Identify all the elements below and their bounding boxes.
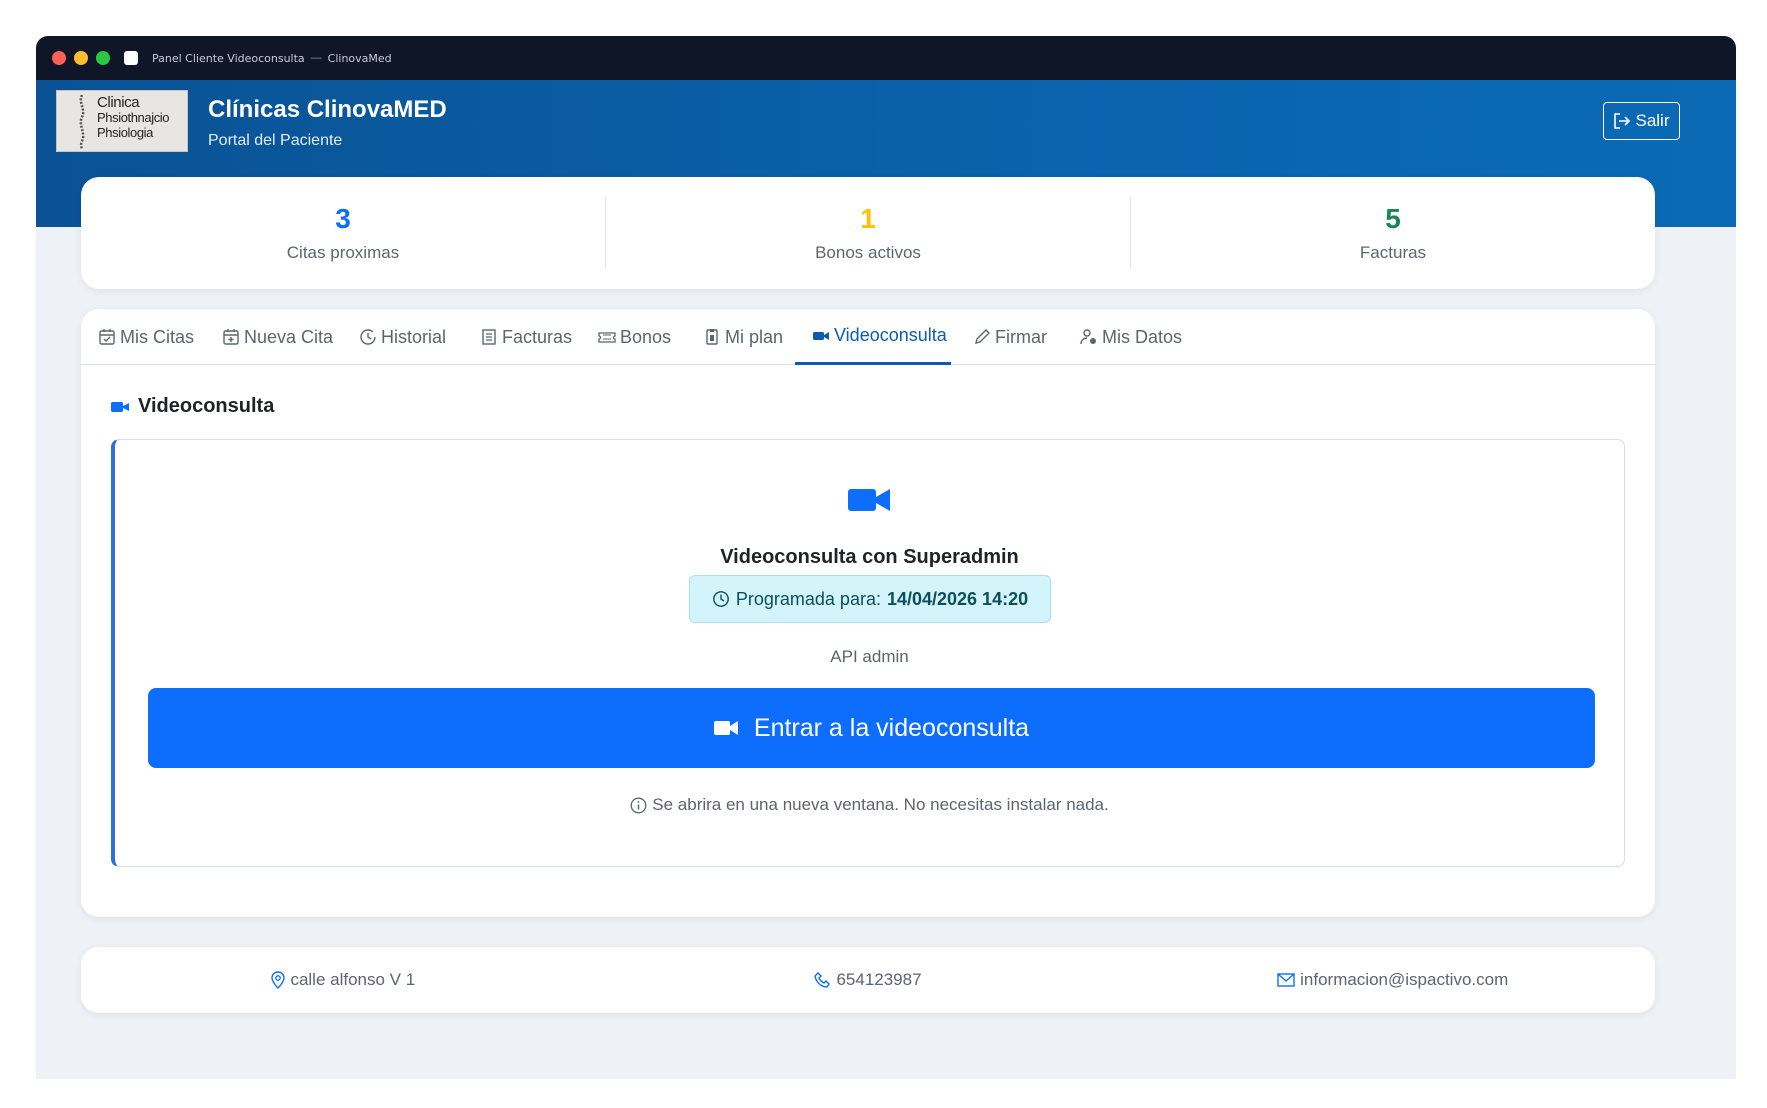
tab-label: Mis Datos xyxy=(1102,326,1183,347)
enter-videoconsulta-button[interactable]: Entrar a la videoconsulta xyxy=(148,688,1595,768)
person-gear-icon xyxy=(1080,329,1096,345)
enter-button-label: Entrar a la videoconsulta xyxy=(753,713,1030,742)
clinic-name: Clínicas ClinovaMED xyxy=(208,96,447,123)
stat-label: Facturas xyxy=(1359,243,1427,262)
tab-mi-plan[interactable]: Mi plan xyxy=(703,309,783,365)
address-text: calle alfonso V 1 xyxy=(290,970,416,989)
stat-value: 3 xyxy=(335,203,351,234)
maximize-window-button[interactable] xyxy=(96,51,110,65)
stat-label: Bonos activos xyxy=(815,243,921,262)
telephone-icon xyxy=(814,971,831,988)
videoconsulta-title: Videoconsulta con Superadmin xyxy=(720,546,1019,568)
schedule-badge: Programada para: 14/04/2026 14:20 xyxy=(689,575,1051,623)
stat-label: Citas proximas xyxy=(286,243,400,262)
close-window-button[interactable] xyxy=(52,51,66,65)
logout-label: Salir xyxy=(1635,111,1670,130)
logo-line-2: Phsiothnajcio xyxy=(97,110,170,125)
spine-icon xyxy=(79,95,85,149)
schedule-label: Programada para: xyxy=(735,588,881,609)
email-text: informacion@ispactivo.com xyxy=(1300,970,1509,989)
stat-value: 5 xyxy=(1385,203,1401,234)
clock-history-icon xyxy=(360,329,376,345)
browser-window: Panel Cliente Videoconsulta — ClinovaMed… xyxy=(36,36,1736,1079)
tab-label: Historial xyxy=(381,326,447,347)
tab-label: Videoconsulta xyxy=(834,325,947,345)
envelope-icon xyxy=(1277,973,1295,987)
window-app-name: ClinovaMed xyxy=(327,51,392,65)
window-titlebar: Panel Cliente Videoconsulta — ClinovaMed xyxy=(36,36,1736,80)
tab-historial[interactable]: Historial xyxy=(359,309,446,365)
tab-firmar[interactable]: Firmar xyxy=(973,309,1047,365)
tab-label: Firmar xyxy=(995,326,1047,347)
camera-video-icon xyxy=(813,331,829,340)
window-title: Panel Cliente Videoconsulta xyxy=(152,51,305,65)
tab-label: Bonos xyxy=(620,326,672,347)
minimize-window-button[interactable] xyxy=(74,51,88,65)
section-heading: Videoconsulta xyxy=(111,395,274,418)
note-text: Se abrira en una nueva ventana. No neces… xyxy=(652,795,1109,814)
logo-line-1: Clinica xyxy=(97,94,140,111)
clinic-logo: Clinica Phsiothnajcio Phsiologia xyxy=(56,90,188,152)
calendar-plus-icon xyxy=(223,329,239,345)
pen-icon xyxy=(975,329,990,344)
stat-invoices: 5 Facturas xyxy=(1130,197,1655,269)
stat-upcoming-appointments: 3 Citas proximas xyxy=(81,197,605,269)
geo-pin-icon xyxy=(271,971,286,989)
footer-address: calle alfonso V 1 xyxy=(81,970,606,990)
logout-button[interactable]: Salir xyxy=(1603,102,1680,140)
camera-video-icon xyxy=(713,721,738,735)
tab-label: Mi plan xyxy=(725,326,784,347)
tab-nueva-cita[interactable]: Nueva Cita xyxy=(222,309,333,365)
footer-phone: 654123987 xyxy=(606,970,1131,990)
info-circle-icon xyxy=(630,797,647,813)
main-panel: Mis Citas Nueva Cita Historial Facturas … xyxy=(81,309,1655,917)
logout-icon xyxy=(1614,113,1631,129)
tab-label: Mis Citas xyxy=(120,326,195,347)
tab-bar: Mis Citas Nueva Cita Historial Facturas … xyxy=(81,309,1655,365)
stat-active-bonuses: 1 Bonos activos xyxy=(605,197,1130,269)
camera-video-icon xyxy=(848,489,890,511)
phone-text: 654123987 xyxy=(836,970,922,989)
tab-bonos[interactable]: Bonos xyxy=(598,309,671,365)
receipt-icon xyxy=(482,329,496,345)
videoconsulta-card: Videoconsulta con Superadmin Programada … xyxy=(111,439,1625,867)
tab-facturas[interactable]: Facturas xyxy=(480,309,572,365)
tab-mis-citas[interactable]: Mis Citas xyxy=(98,309,194,365)
clipboard-pulse-icon xyxy=(706,329,718,345)
tab-mis-datos[interactable]: Mis Datos xyxy=(1080,309,1182,365)
new-window-note: Se abrira en una nueva ventana. No neces… xyxy=(115,795,1624,815)
stat-value: 1 xyxy=(860,203,876,234)
title-separator: — xyxy=(310,52,322,64)
section-title: Videoconsulta xyxy=(138,395,275,417)
tab-label: Facturas xyxy=(502,326,573,347)
stats-panel: 3 Citas proximas 1 Bonos activos 5 Factu… xyxy=(81,177,1655,289)
tab-videoconsulta[interactable]: Videoconsulta xyxy=(795,309,951,365)
videoconsulta-subtitle: API admin xyxy=(830,647,909,666)
camera-video-icon xyxy=(111,401,129,412)
contact-footer: calle alfonso V 1 654123987 informacion@… xyxy=(81,947,1655,1013)
tab-label: Nueva Cita xyxy=(244,326,334,347)
clock-icon xyxy=(712,591,729,607)
schedule-datetime: 14/04/2026 14:20 xyxy=(886,588,1029,609)
footer-email: informacion@ispactivo.com xyxy=(1130,970,1655,990)
calendar-check-icon xyxy=(99,329,115,345)
ticket-icon xyxy=(598,332,616,343)
logo-line-3: Phsiologia xyxy=(97,125,153,140)
portal-subtitle: Portal del Paciente xyxy=(208,132,343,149)
app-icon xyxy=(124,51,138,65)
